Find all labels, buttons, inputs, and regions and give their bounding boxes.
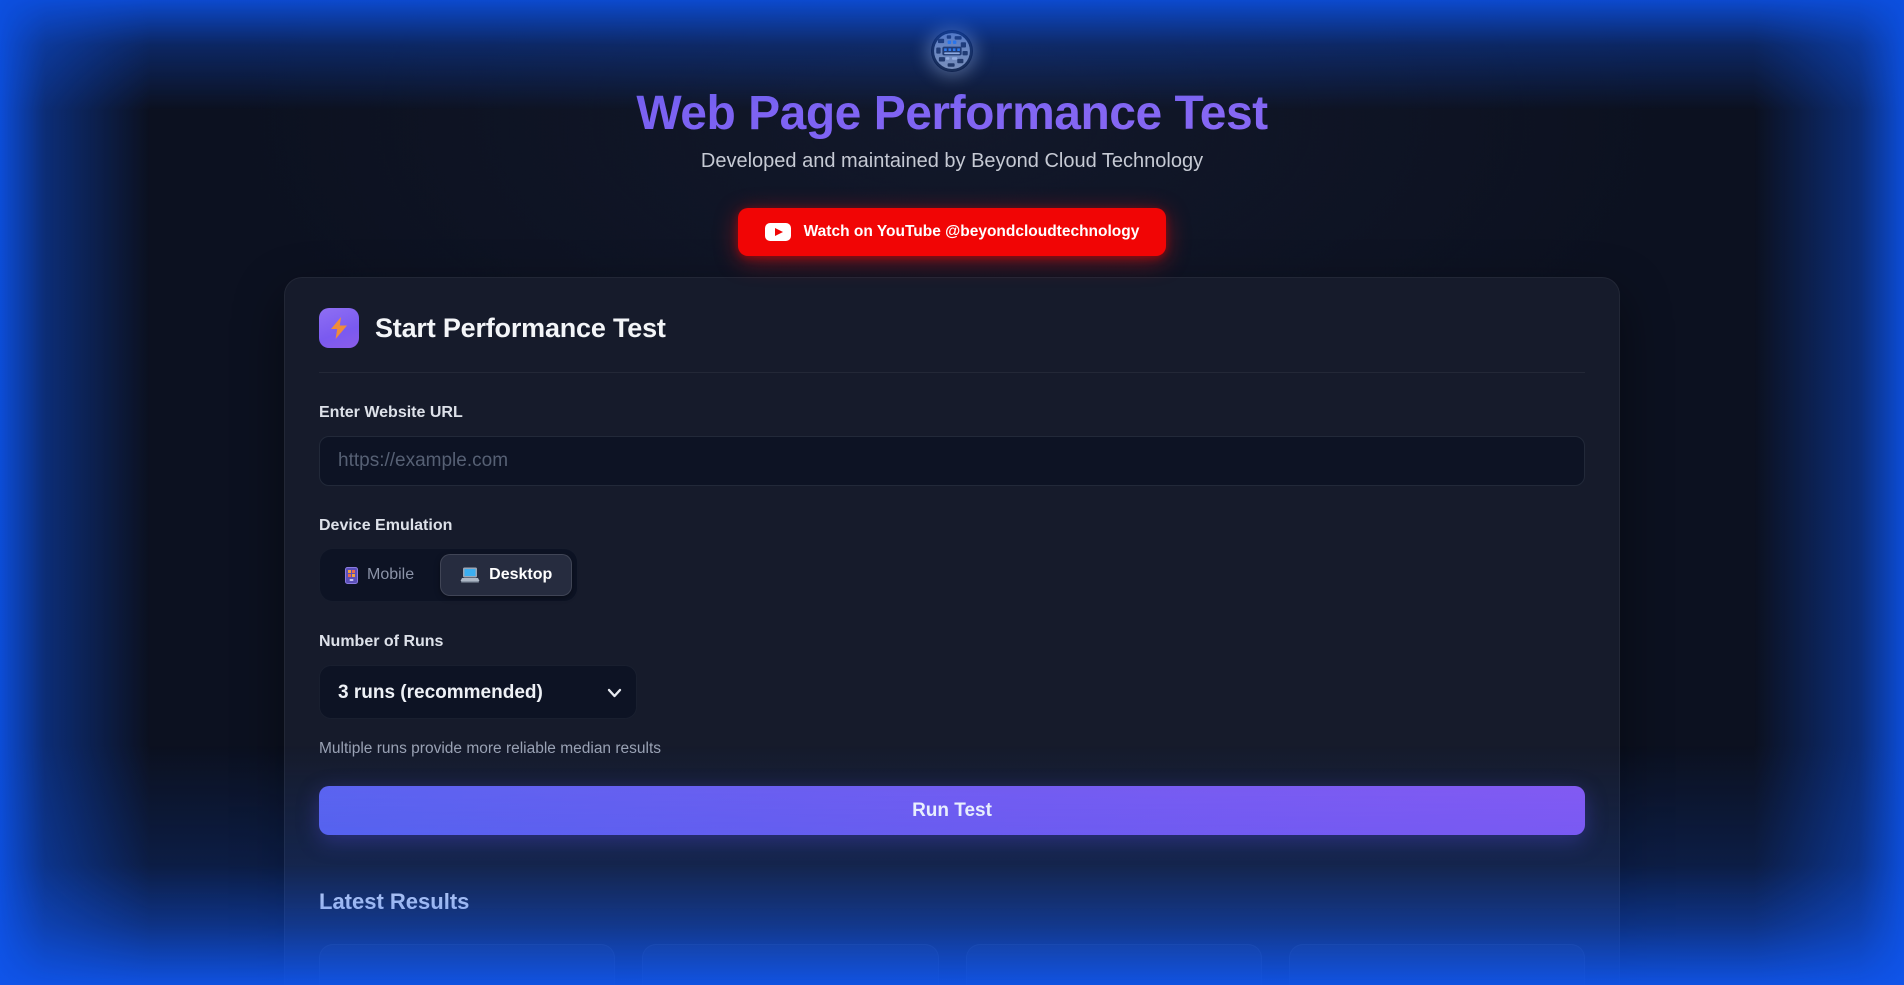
laptop-icon — [460, 567, 480, 583]
circuit-globe-logo-icon — [931, 30, 973, 72]
card-title: Start Performance Test — [375, 313, 666, 344]
page-subtitle: Developed and maintained by Beyond Cloud… — [0, 150, 1904, 173]
youtube-button-row: Watch on YouTube @beyondcloudtechnology — [0, 208, 1904, 256]
stat-value: 0.000 — [1057, 978, 1170, 985]
run-test-button[interactable]: Run Test — [319, 786, 1585, 835]
mobile-toggle-label: Mobile — [367, 566, 414, 584]
runs-select[interactable]: 3 runs (recommended) — [319, 665, 637, 719]
url-input[interactable] — [319, 436, 1585, 486]
stat-card: 0.000 — [966, 944, 1262, 985]
youtube-button[interactable]: Watch on YouTube @beyondcloudtechnology — [738, 208, 1167, 256]
stat-card: 78 — [1289, 944, 1585, 985]
stat-card: 2061 — [642, 944, 938, 985]
site-header: Web Page Performance Test Developed and … — [0, 0, 1904, 173]
desktop-toggle-label: Desktop — [489, 566, 552, 584]
stat-card: 84 — [319, 944, 615, 985]
card-header: Start Performance Test — [319, 308, 1585, 348]
url-label: Enter Website URL — [319, 404, 1585, 422]
stat-value: 2061 — [740, 978, 840, 985]
runs-help-text: Multiple runs provide more reliable medi… — [319, 740, 1585, 758]
lightning-bolt-icon — [319, 308, 359, 348]
page-title: Web Page Performance Test — [0, 86, 1904, 141]
device-toggle-group: Mobile Desktop — [319, 548, 578, 602]
youtube-button-label: Watch on YouTube @beyondcloudtechnology — [804, 223, 1140, 241]
stat-value: 84 — [442, 978, 492, 985]
youtube-play-icon — [765, 223, 791, 241]
performance-test-card: Start Performance Test Enter Website URL… — [284, 277, 1620, 985]
mobile-phone-icon — [345, 567, 358, 584]
desktop-toggle-button[interactable]: Desktop — [440, 554, 572, 596]
runs-label: Number of Runs — [319, 633, 1585, 651]
device-emulation-label: Device Emulation — [319, 517, 1585, 535]
performance-test-page: Web Page Performance Test Developed and … — [0, 0, 1904, 985]
stat-value: 78 — [1412, 978, 1462, 985]
runs-select-wrap: 3 runs (recommended) — [319, 665, 637, 719]
results-grid: 84 2061 0.000 78 — [319, 944, 1585, 985]
latest-results-heading: Latest Results — [319, 889, 1585, 915]
divider — [319, 372, 1585, 373]
mobile-toggle-button[interactable]: Mobile — [325, 554, 434, 596]
